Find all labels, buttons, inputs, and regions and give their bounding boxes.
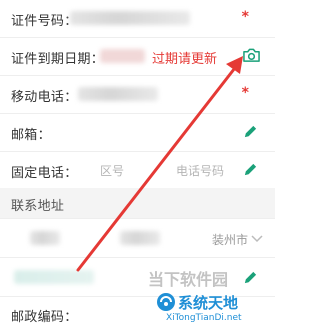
id-number-required-mark: * bbox=[241, 9, 249, 25]
expiry-row[interactable]: 证件到期日期： 过期请更新 bbox=[0, 38, 275, 76]
landline-label: 固定电话： bbox=[11, 166, 78, 181]
watermark-brand: 系统天地 bbox=[178, 294, 239, 312]
mobile-label: 移动电话： bbox=[11, 90, 78, 105]
email-row[interactable]: 邮箱： bbox=[0, 114, 275, 152]
address-region-row[interactable]: 装州市 bbox=[0, 219, 275, 258]
province-value bbox=[30, 231, 60, 245]
city-value: 装州市 bbox=[212, 233, 249, 247]
expiry-value bbox=[100, 49, 145, 63]
id-number-row: 证件号码： * bbox=[0, 0, 275, 38]
pencil-icon[interactable] bbox=[243, 124, 258, 139]
pencil-icon[interactable] bbox=[243, 270, 258, 285]
email-label: 邮箱： bbox=[11, 128, 51, 143]
mobile-value bbox=[78, 87, 158, 101]
postal-code-label: 邮政编码： bbox=[11, 310, 78, 325]
id-number-value bbox=[70, 11, 190, 25]
contact-address-section: 联系地址 bbox=[0, 188, 275, 219]
pencil-icon[interactable] bbox=[243, 162, 258, 177]
district-value bbox=[120, 231, 160, 245]
area-code-input[interactable]: 区号 bbox=[100, 162, 124, 179]
landline-row: 固定电话： 区号 电话号码 bbox=[0, 152, 275, 190]
chevron-down-icon[interactable] bbox=[251, 235, 263, 243]
expiry-warning: 过期请更新 bbox=[152, 52, 218, 67]
brand-logo-icon bbox=[157, 293, 175, 311]
watermark-domain: XiTongTianDi.net bbox=[166, 313, 242, 323]
mobile-required-mark: * bbox=[241, 85, 249, 101]
address-detail-value bbox=[14, 270, 94, 284]
camera-icon[interactable] bbox=[242, 47, 261, 64]
phone-number-input[interactable]: 电话号码 bbox=[176, 162, 224, 179]
expiry-label: 证件到期日期： bbox=[11, 52, 105, 67]
contact-address-label: 联系地址 bbox=[11, 199, 65, 214]
id-number-label: 证件号码： bbox=[11, 14, 78, 29]
watermark-primary: 当下软件园 bbox=[148, 270, 229, 289]
mobile-row: 移动电话： * bbox=[0, 76, 275, 114]
